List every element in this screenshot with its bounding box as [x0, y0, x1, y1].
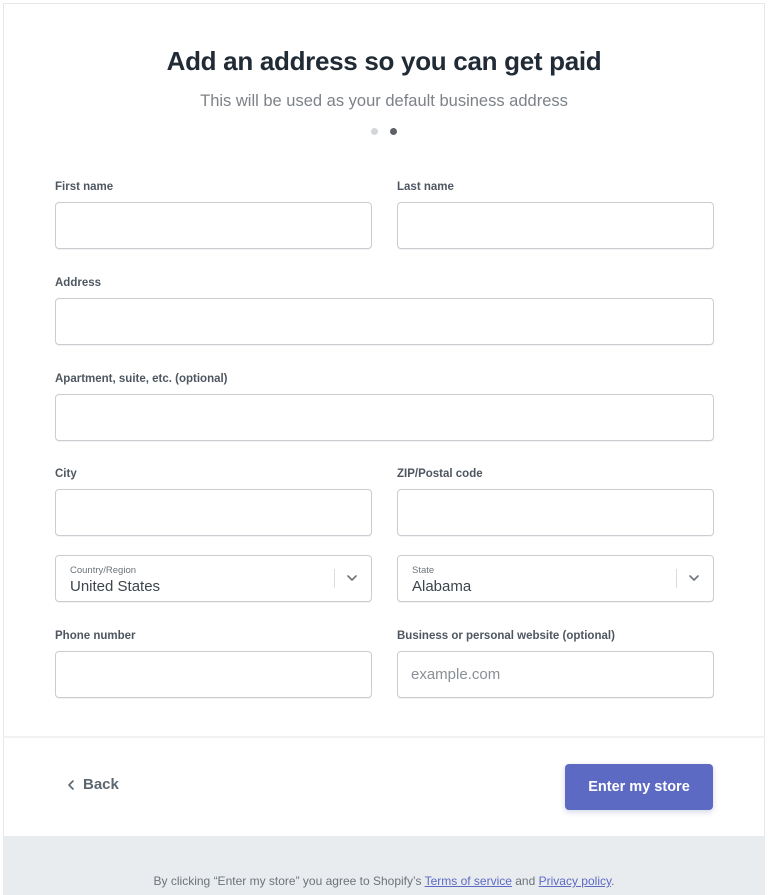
phone-input[interactable] [56, 652, 371, 697]
website-label: Business or personal website (optional) [397, 630, 615, 642]
zip-field[interactable] [397, 489, 714, 536]
back-button[interactable]: Back [67, 776, 119, 793]
zip-label: ZIP/Postal code [397, 468, 483, 480]
step-dot-2 [390, 128, 397, 135]
last-name-label: Last name [397, 181, 454, 193]
legal-and: and [511, 874, 539, 888]
state-select[interactable]: State Alabama [397, 555, 714, 602]
website-input[interactable] [398, 652, 713, 697]
enter-my-store-button[interactable]: Enter my store [565, 764, 713, 810]
first-name-field[interactable] [55, 202, 372, 249]
select-divider [676, 569, 677, 588]
select-divider [334, 569, 335, 588]
chevron-left-icon [68, 779, 74, 790]
legal-prefix: By clicking “Enter my store” you agree t… [153, 874, 425, 888]
onboarding-card [3, 3, 765, 895]
phone-field[interactable] [55, 651, 372, 698]
privacy-policy-link[interactable]: Privacy policy [539, 874, 611, 888]
chevron-down-icon [689, 575, 699, 581]
legal-notice: By clicking “Enter my store” you agree t… [0, 874, 768, 888]
chevron-down-icon [347, 575, 357, 581]
country-select[interactable]: Country/Region United States [55, 555, 372, 602]
step-dot-1 [371, 128, 378, 135]
first-name-label: First name [55, 181, 114, 193]
first-name-input[interactable] [56, 203, 371, 248]
state-select-label: State [412, 565, 435, 576]
page-title: Add an address so you can get paid [166, 46, 602, 76]
zip-input[interactable] [398, 490, 713, 535]
back-label: Back [83, 776, 119, 793]
phone-label: Phone number [55, 630, 136, 642]
legal-suffix: . [611, 874, 615, 888]
country-select-value: United States [70, 578, 161, 595]
address-field[interactable] [55, 298, 714, 345]
address-label: Address [55, 277, 102, 289]
terms-of-service-link[interactable]: Terms of service [425, 874, 512, 888]
footer-divider [3, 736, 765, 738]
address-input[interactable] [56, 299, 713, 344]
city-label: City [55, 468, 77, 480]
page-subtitle: This will be used as your default busine… [200, 92, 568, 110]
last-name-input[interactable] [398, 203, 713, 248]
city-input[interactable] [56, 490, 371, 535]
apartment-input[interactable] [56, 395, 713, 440]
last-name-field[interactable] [397, 202, 714, 249]
website-field[interactable] [397, 651, 714, 698]
step-indicator [0, 128, 768, 135]
apartment-field[interactable] [55, 394, 714, 441]
state-select-value: Alabama [412, 578, 472, 595]
country-select-label: Country/Region [70, 565, 137, 576]
city-field[interactable] [55, 489, 372, 536]
apartment-label: Apartment, suite, etc. (optional) [55, 373, 228, 385]
